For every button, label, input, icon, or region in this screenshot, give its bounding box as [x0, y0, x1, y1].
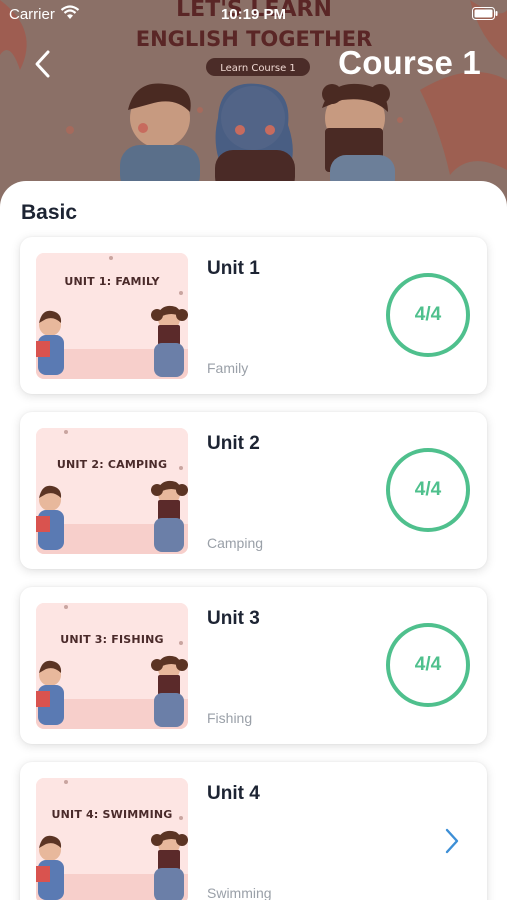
thumbnail-label: UNIT 1: FAMILY — [64, 275, 160, 288]
chevron-left-icon — [35, 50, 50, 78]
content-sheet: Basic UNIT 1: FAMILY Unit 1 Family 4/4 U… — [0, 181, 507, 900]
unit-title: Unit 1 — [207, 258, 260, 279]
thumbnail-label: UNIT 2: CAMPING — [56, 458, 168, 471]
unit-card[interactable]: UNIT 2: CAMPING Unit 2 Camping 4/4 — [20, 412, 487, 569]
page-title: Course 1 — [338, 44, 481, 81]
status-bar: Carrier 10:19 PM — [0, 0, 507, 28]
section-title: Basic — [21, 201, 78, 224]
unit-title: Unit 3 — [207, 608, 260, 629]
unit-card[interactable]: UNIT 1: FAMILY Unit 1 Family 4/4 — [20, 237, 487, 394]
unit-thumbnail: UNIT 4: SWIMMING — [36, 778, 188, 900]
progress-ring: 4/4 — [386, 273, 470, 357]
unit-subtitle: Camping — [207, 535, 264, 551]
unit-subtitle: Family — [207, 360, 249, 376]
open-unit-button[interactable] — [440, 826, 464, 856]
unit-title: Unit 2 — [207, 433, 260, 454]
unit-thumbnail: UNIT 1: FAMILY — [36, 253, 188, 379]
unit-title: Unit 4 — [207, 783, 260, 804]
unit-card[interactable]: UNIT 4: SWIMMING Unit 4 Swimming — [20, 762, 487, 900]
unit-subtitle: Swimming — [207, 885, 272, 900]
status-time: 10:19 PM — [220, 6, 287, 23]
unit-thumbnail: UNIT 2: CAMPING — [36, 428, 188, 554]
battery-icon — [472, 7, 498, 24]
progress-ring: 4/4 — [386, 623, 470, 707]
banner-line2: ENGLISH TOGETHER — [136, 27, 373, 51]
progress-label: 4/4 — [414, 304, 442, 325]
unit-subtitle: Fishing — [207, 710, 253, 726]
progress-label: 4/4 — [414, 654, 442, 675]
thumbnail-label: UNIT 3: FISHING — [60, 633, 164, 646]
unit-thumbnail: UNIT 3: FISHING — [36, 603, 188, 729]
chevron-right-icon — [445, 828, 459, 854]
unit-card[interactable]: UNIT 3: FISHING Unit 3 Fishing 4/4 — [20, 587, 487, 744]
back-button[interactable] — [22, 44, 62, 84]
progress-ring: 4/4 — [386, 448, 470, 532]
progress-label: 4/4 — [414, 479, 442, 500]
banner-tag: Learn Course 1 — [220, 63, 296, 74]
thumbnail-label: UNIT 4: SWIMMING — [51, 808, 173, 821]
